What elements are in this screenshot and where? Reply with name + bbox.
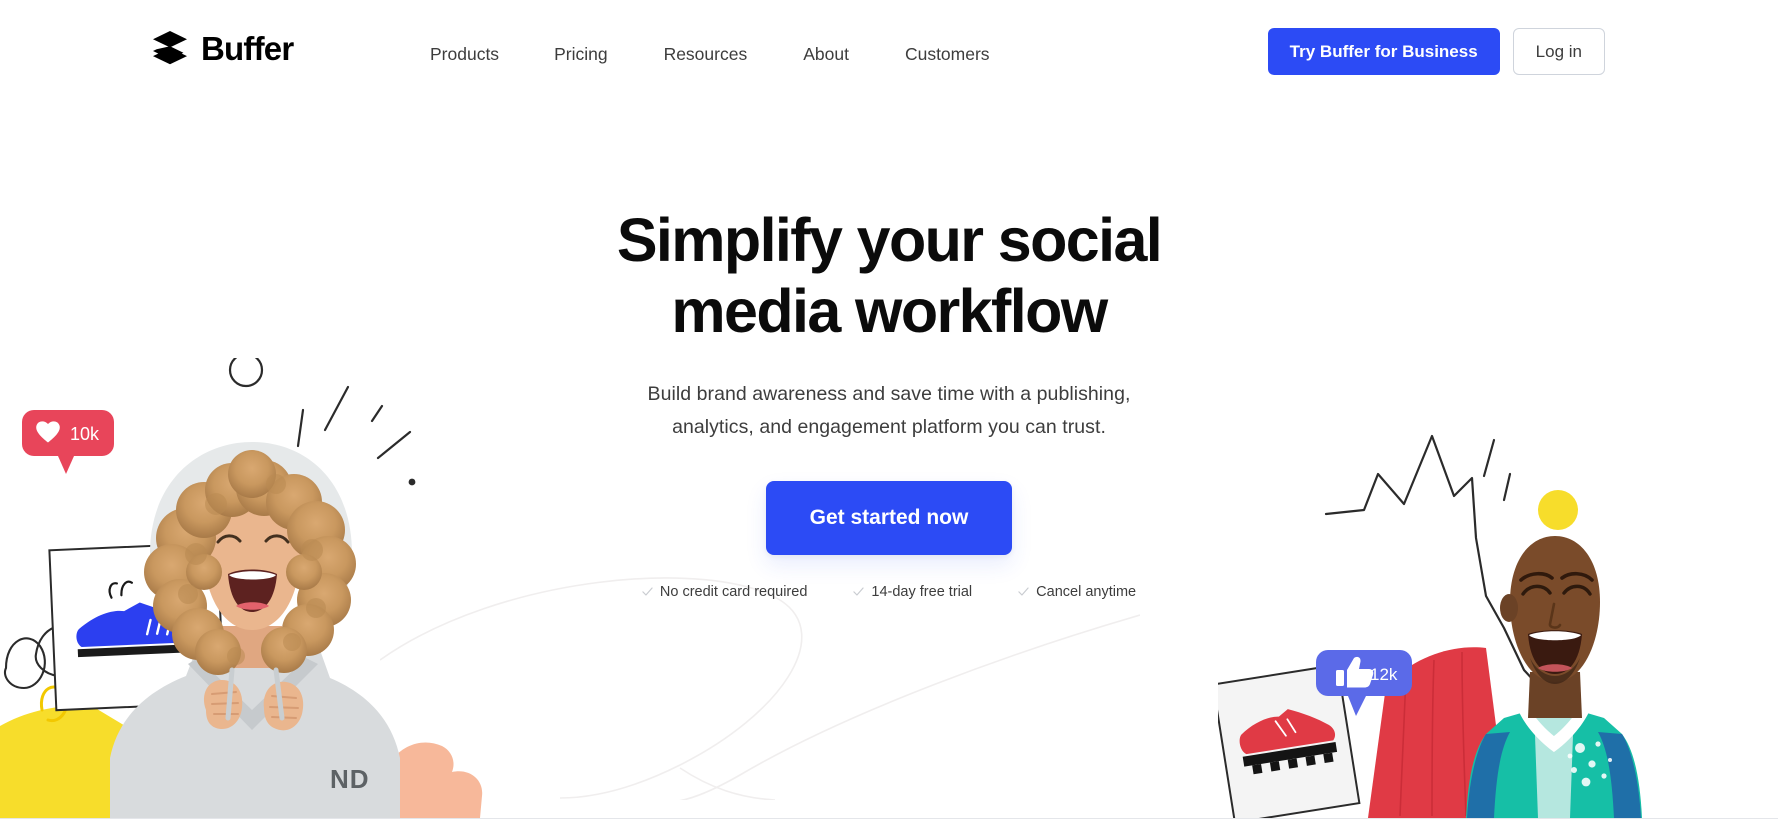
svg-text:12k: 12k: [1370, 665, 1398, 684]
buffer-logo-link[interactable]: Buffer: [150, 28, 294, 68]
log-in-button[interactable]: Log in: [1512, 28, 1605, 75]
buffer-layers-icon: [150, 28, 190, 68]
hero-illustration-left: 10k ND: [0, 352, 560, 818]
like-badge-right: 12k: [1316, 650, 1412, 716]
main-navigation: Products Pricing Resources About Custome…: [430, 38, 990, 71]
nav-item-resources[interactable]: Resources: [664, 38, 748, 71]
page-bottom-strip: [0, 819, 1778, 830]
hero-copy: Simplify your social media workflow Buil…: [539, 205, 1239, 600]
hero-section: 10k ND 12k Simplify your social media wo…: [0, 0, 1778, 830]
try-buffer-for-business-button[interactable]: Try Buffer for Business: [1267, 28, 1500, 75]
svg-text:ND: ND: [330, 764, 370, 794]
trust-item-no-credit-card: No credit card required: [642, 583, 808, 600]
hero-subtitle: Build brand awareness and save time with…: [539, 378, 1239, 445]
nav-item-customers[interactable]: Customers: [905, 38, 990, 71]
hero-subtitle-line-2: analytics, and engagement platform you c…: [672, 416, 1106, 439]
check-icon: [853, 586, 865, 597]
hero-title-line-1: Simplify your social: [616, 206, 1163, 274]
brand-name: Buffer: [201, 29, 294, 67]
trust-item-free-trial: 14-day free trial: [853, 584, 972, 600]
nav-item-products[interactable]: Products: [430, 38, 499, 71]
check-icon: [1018, 586, 1029, 597]
trust-label: No credit card required: [659, 583, 808, 600]
trust-item-cancel-anytime: Cancel anytime: [1018, 584, 1136, 600]
header-actions: Try Buffer for Business Log in: [1267, 28, 1605, 75]
page-title: Simplify your social media workflow: [539, 205, 1239, 347]
trust-indicators: No credit card required 14-day free tria…: [539, 584, 1239, 600]
svg-text:10k: 10k: [70, 424, 100, 444]
hero-title-line-2: media workflow: [671, 276, 1108, 345]
hero-subtitle-line-1: Build brand awareness and save time with…: [647, 382, 1131, 405]
hero-cta-wrapper: Get started now: [539, 480, 1239, 555]
buffer-landing-page: Buffer Products Pricing Resources About …: [0, 0, 1778, 830]
trust-label: Cancel anytime: [1036, 583, 1137, 600]
nav-item-pricing[interactable]: Pricing: [554, 38, 608, 71]
nav-item-about[interactable]: About: [803, 38, 849, 71]
get-started-now-button[interactable]: Get started now: [765, 480, 1013, 555]
check-icon: [642, 586, 653, 597]
hero-illustration-right: 12k: [1211, 418, 1778, 824]
site-header: Buffer Products Pricing Resources About …: [0, 0, 1778, 106]
like-badge-left: 10k: [22, 410, 114, 474]
trust-label: 14-day free trial: [871, 583, 973, 600]
